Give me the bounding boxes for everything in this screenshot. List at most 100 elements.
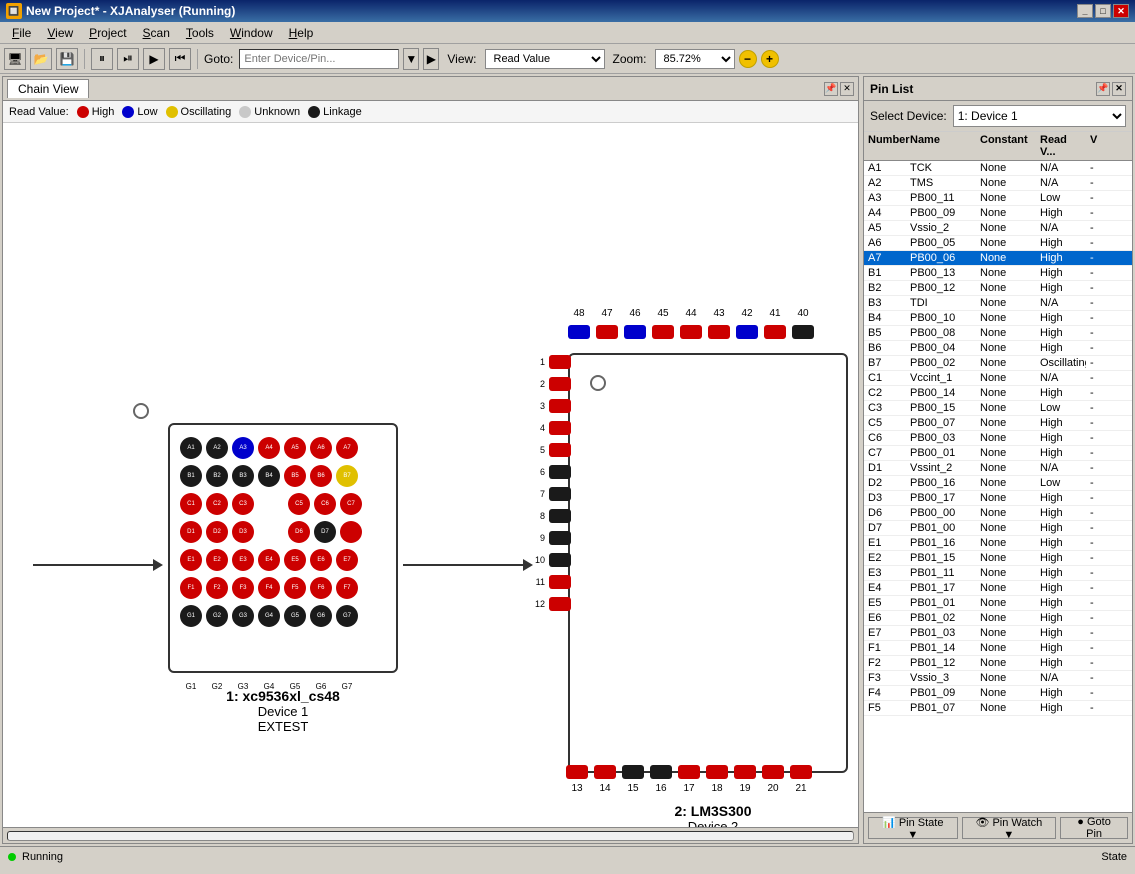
pin-row[interactable]: E1 PB01_16 None High -: [864, 536, 1132, 551]
close-tab-button[interactable]: ✕: [840, 82, 854, 96]
pinlist-close-button[interactable]: ✕: [1112, 82, 1126, 96]
side-pin-10[interactable]: [549, 553, 571, 567]
pin-F2[interactable]: F2: [206, 577, 228, 599]
pin-row[interactable]: A5 Vssio_2 None N/A -: [864, 221, 1132, 236]
menu-view[interactable]: View: [39, 24, 81, 42]
pin-state-button[interactable]: 📊 Pin State ▼: [868, 817, 958, 839]
pin-B6[interactable]: B6: [310, 465, 332, 487]
pin-D6[interactable]: D6: [288, 521, 310, 543]
pin-row[interactable]: A2 TMS None N/A -: [864, 176, 1132, 191]
pin-A6[interactable]: A6: [310, 437, 332, 459]
top-pin-43[interactable]: [708, 325, 730, 339]
zoom-in-btn[interactable]: +: [761, 50, 779, 68]
pin-E2[interactable]: E2: [206, 549, 228, 571]
pin-row[interactable]: E7 PB01_03 None High -: [864, 626, 1132, 641]
pin-row[interactable]: B6 PB00_04 None High -: [864, 341, 1132, 356]
side-pin-6[interactable]: [549, 465, 571, 479]
pin-row[interactable]: C1 Vccint_1 None N/A -: [864, 371, 1132, 386]
pin-G3[interactable]: G3: [232, 605, 254, 627]
side-pin-5[interactable]: [549, 443, 571, 457]
pin-row[interactable]: D3 PB00_17 None High -: [864, 491, 1132, 506]
pin-D7a[interactable]: D7: [314, 521, 336, 543]
pin-A2[interactable]: A2: [206, 437, 228, 459]
pin-row[interactable]: B1 PB00_13 None High -: [864, 266, 1132, 281]
side-pin-1[interactable]: [549, 355, 571, 369]
pin-E1[interactable]: E1: [180, 549, 202, 571]
pin-row[interactable]: F4 PB01_09 None High -: [864, 686, 1132, 701]
col-name[interactable]: Name: [906, 134, 976, 158]
pin-row[interactable]: C2 PB00_14 None High -: [864, 386, 1132, 401]
pin-row[interactable]: E6 PB01_02 None High -: [864, 611, 1132, 626]
pin-F5[interactable]: F5: [284, 577, 306, 599]
col-read[interactable]: Read V...: [1036, 134, 1086, 158]
pin-F1[interactable]: F1: [180, 577, 202, 599]
top-pin-40[interactable]: [792, 325, 814, 339]
pin-row[interactable]: E5 PB01_01 None High -: [864, 596, 1132, 611]
pin-row[interactable]: C3 PB00_15 None Low -: [864, 401, 1132, 416]
pin-B2[interactable]: B2: [206, 465, 228, 487]
pin-row[interactable]: A6 PB00_05 None High -: [864, 236, 1132, 251]
pin-G2[interactable]: G2: [206, 605, 228, 627]
pin-C5[interactable]: C5: [288, 493, 310, 515]
step-button[interactable]: ⏯: [117, 48, 139, 70]
hscroll-track[interactable]: [7, 831, 854, 841]
pin-watch-button[interactable]: 👁 Pin Watch ▼: [962, 817, 1057, 839]
pin-F7[interactable]: F7: [336, 577, 358, 599]
pin-G6[interactable]: G6: [310, 605, 332, 627]
pin-A7[interactable]: A7: [336, 437, 358, 459]
chainview-tab[interactable]: Chain View: [7, 79, 89, 98]
pin-G7[interactable]: G7: [336, 605, 358, 627]
top-pin-48[interactable]: [568, 325, 590, 339]
menu-file[interactable]: File: [4, 24, 39, 42]
goto-dropdown-btn[interactable]: ▼: [403, 48, 419, 70]
pin-B7[interactable]: B7: [336, 465, 358, 487]
pin-G4[interactable]: G4: [258, 605, 280, 627]
pause-button[interactable]: ⏸: [91, 48, 113, 70]
pin-row[interactable]: C6 PB00_03 None High -: [864, 431, 1132, 446]
pin-table-body[interactable]: A1 TCK None N/A - A2 TMS None N/A - A3 P…: [864, 161, 1132, 812]
bottom-pin-20[interactable]: [762, 765, 784, 779]
pin-row[interactable]: A1 TCK None N/A -: [864, 161, 1132, 176]
col-constant[interactable]: Constant: [976, 134, 1036, 158]
open-button[interactable]: 📂: [30, 48, 52, 70]
pin-row[interactable]: D2 PB00_16 None Low -: [864, 476, 1132, 491]
pin-B1[interactable]: B1: [180, 465, 202, 487]
pin-row[interactable]: F5 PB01_07 None High -: [864, 701, 1132, 716]
minimize-button[interactable]: _: [1077, 4, 1093, 18]
top-pin-45[interactable]: [652, 325, 674, 339]
device1-chip[interactable]: A1 A2 A3 A4 A5 A6 A7 B1 B2 B3 B4 B5: [168, 423, 398, 673]
pin-row[interactable]: D7 PB01_00 None High -: [864, 521, 1132, 536]
pin-E3[interactable]: E3: [232, 549, 254, 571]
horizontal-scrollbar[interactable]: [3, 827, 858, 843]
pin-F6[interactable]: F6: [310, 577, 332, 599]
top-pin-44[interactable]: [680, 325, 702, 339]
side-pin-2[interactable]: [549, 377, 571, 391]
pin-row[interactable]: D6 PB00_00 None High -: [864, 506, 1132, 521]
top-pin-41[interactable]: [764, 325, 786, 339]
side-pin-11[interactable]: [549, 575, 571, 589]
pin-row[interactable]: F3 Vssio_3 None N/A -: [864, 671, 1132, 686]
pin-button[interactable]: 📌: [824, 82, 838, 96]
pin-A3[interactable]: A3: [232, 437, 254, 459]
pinlist-pin-button[interactable]: 📌: [1096, 82, 1110, 96]
pin-D2[interactable]: D2: [206, 521, 228, 543]
pin-row[interactable]: E2 PB01_15 None High -: [864, 551, 1132, 566]
pin-row[interactable]: A4 PB00_09 None High -: [864, 206, 1132, 221]
bottom-pin-18[interactable]: [706, 765, 728, 779]
zoom-out-btn[interactable]: −: [739, 50, 757, 68]
bottom-pin-16[interactable]: [650, 765, 672, 779]
side-pin-12[interactable]: [549, 597, 571, 611]
pin-E4[interactable]: E4: [258, 549, 280, 571]
bottom-pin-21[interactable]: [790, 765, 812, 779]
pin-row[interactable]: C5 PB00_07 None High -: [864, 416, 1132, 431]
pin-row[interactable]: D1 Vssint_2 None N/A -: [864, 461, 1132, 476]
menu-window[interactable]: Window: [222, 24, 281, 42]
bottom-pin-14[interactable]: [594, 765, 616, 779]
pin-row[interactable]: B4 PB00_10 None High -: [864, 311, 1132, 326]
pin-A1[interactable]: A1: [180, 437, 202, 459]
pin-D3[interactable]: D3: [232, 521, 254, 543]
pin-row[interactable]: B5 PB00_08 None High -: [864, 326, 1132, 341]
pin-G5[interactable]: G5: [284, 605, 306, 627]
pin-C2[interactable]: C2: [206, 493, 228, 515]
bottom-pin-15[interactable]: [622, 765, 644, 779]
